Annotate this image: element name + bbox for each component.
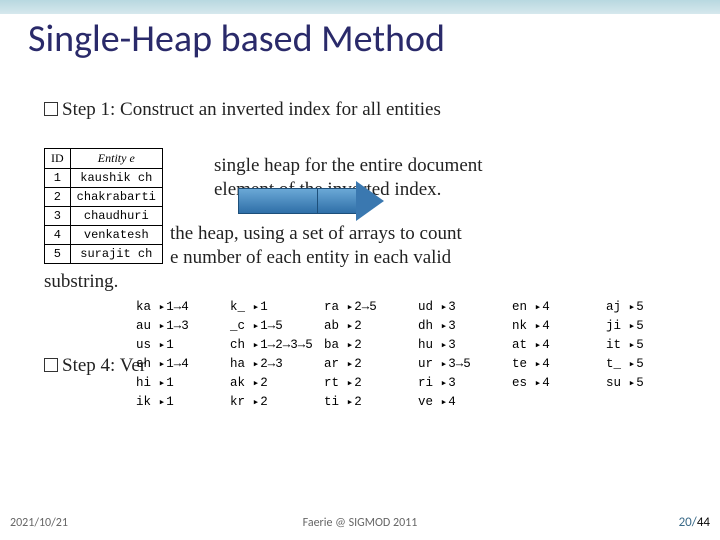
footer-page: 20/44 (679, 515, 710, 530)
inv-item: t_ ▸5 (606, 357, 696, 371)
inv-item: ra ▸2→5 (324, 300, 414, 314)
inv-item: ha ▸2→3 (230, 357, 320, 371)
th-id: ID (45, 149, 71, 169)
inv-item: hi ▸1 (136, 376, 226, 390)
inv-item: dh ▸3 (418, 319, 508, 333)
bullet-icon (44, 102, 58, 116)
footer-page-current: 20 (679, 515, 692, 530)
inv-item: rt ▸2 (324, 376, 414, 390)
entity-table: ID Entity e 1kaushik ch 2chakrabarti 3ch… (44, 148, 163, 264)
th-entity: Entity e (70, 149, 162, 169)
table-row: 3chaudhuri (45, 207, 163, 226)
inv-item: aj ▸5 (606, 300, 696, 314)
inv-item: ar ▸2 (324, 357, 414, 371)
table-row: 5surajit ch (45, 245, 163, 264)
inv-item: es ▸4 (512, 376, 602, 390)
inv-item: it ▸5 (606, 338, 696, 352)
step-2-line-a: single heap for the entire document (214, 155, 483, 176)
arrow-icon (238, 188, 318, 214)
inv-item (606, 395, 696, 409)
inv-item: ba ▸2 (324, 338, 414, 352)
inv-item: ur ▸3→5 (418, 357, 508, 371)
slide-title: Single-Heap based Method (28, 16, 445, 62)
step-1: Step 1: Construct an inverted index for … (44, 98, 700, 122)
inv-item (512, 395, 602, 409)
step-3-line-b: e number of each entity in each valid (170, 247, 451, 268)
inv-item: ak ▸2 (230, 376, 320, 390)
inv-item: su ▸5 (606, 376, 696, 390)
inv-item: at ▸4 (512, 338, 602, 352)
inv-item: sh ▸1→4 (136, 357, 226, 371)
step-1-text: Step 1: Construct an inverted index for … (62, 99, 441, 120)
top-stripe (0, 0, 720, 14)
inv-item: us ▸1 (136, 338, 226, 352)
step-4-text: Step 4: Ver (62, 355, 146, 376)
inv-item: te ▸4 (512, 357, 602, 371)
inv-item: ik ▸1 (136, 395, 226, 409)
inv-item: k_ ▸1 (230, 300, 320, 314)
inv-item: kr ▸2 (230, 395, 320, 409)
inv-item: ab ▸2 (324, 319, 414, 333)
inv-item: ka ▸1→4 (136, 300, 226, 314)
table-row: 2chakrabarti (45, 188, 163, 207)
footer-date: 2021/10/21 (10, 516, 68, 530)
table-row: 4venkatesh (45, 226, 163, 245)
inv-item: ve ▸4 (418, 395, 508, 409)
inv-item: ri ▸3 (418, 376, 508, 390)
inv-item: au ▸1→3 (136, 319, 226, 333)
bullet-icon (44, 358, 58, 372)
footer-center: Faerie @ SIGMOD 2011 (303, 516, 418, 530)
inv-item: en ▸4 (512, 300, 602, 314)
inv-item: ti ▸2 (324, 395, 414, 409)
table-row: 1kaushik ch (45, 169, 163, 188)
inv-item: _c ▸1→5 (230, 319, 320, 333)
inv-item: ji ▸5 (606, 319, 696, 333)
inv-item: ud ▸3 (418, 300, 508, 314)
inv-item: nk ▸4 (512, 319, 602, 333)
inv-item: hu ▸3 (418, 338, 508, 352)
inv-item: ch ▸1→2→3→5 (230, 338, 320, 352)
footer-page-total: 44 (697, 515, 710, 530)
step-3-line-c: substring. (44, 271, 118, 292)
step-3-line-a: the heap, using a set of arrays to count (170, 223, 462, 244)
inverted-index: ka ▸1→4 k_ ▸1 ra ▸2→5 ud ▸3 en ▸4 aj ▸5 au ▸1→… (136, 300, 696, 409)
